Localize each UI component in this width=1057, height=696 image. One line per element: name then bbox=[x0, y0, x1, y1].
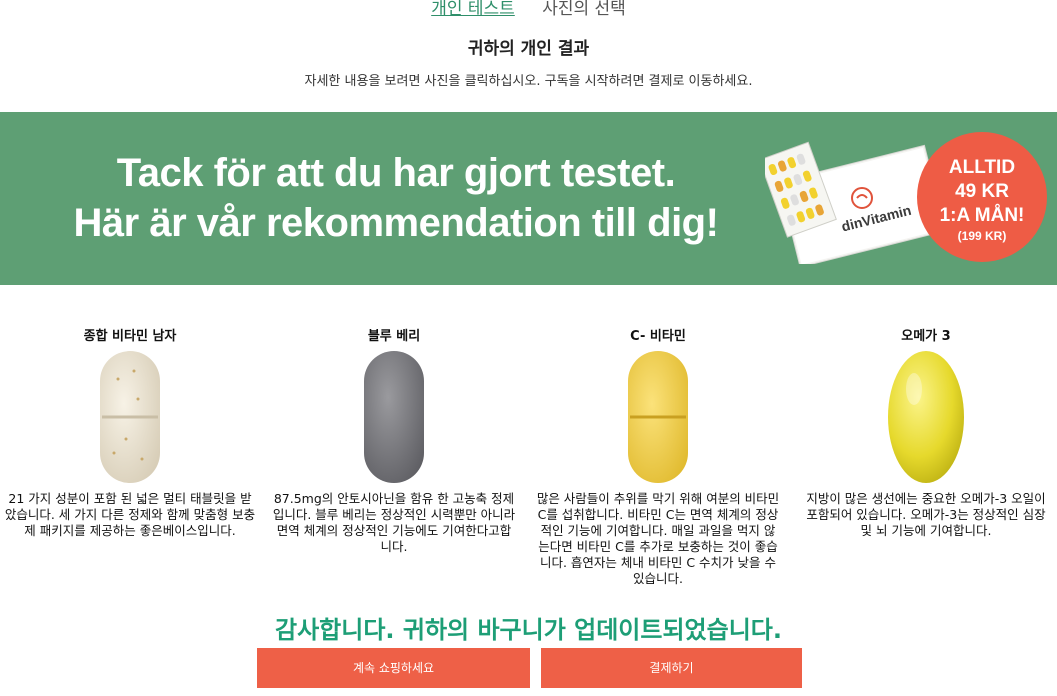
banner-line-1: Tack för att du har gjort testet. bbox=[116, 151, 676, 195]
product-card-vitamin-c[interactable]: C- 비타민 많은 사람들이 추위를 막기 위해 여분의 비타민 C를 섭취합니… bbox=[536, 325, 780, 587]
checkout-button[interactable]: 결제하기 bbox=[541, 648, 802, 688]
promo-banner[interactable]: Tack för att du har gjort testet. Här är… bbox=[0, 112, 1057, 285]
product-name: 블루 베리 bbox=[367, 329, 421, 344]
product-name: 오메가 3 bbox=[901, 329, 951, 344]
multivitamin-tablet-image[interactable] bbox=[98, 349, 162, 485]
breadcrumb-current: 사진의 선택 bbox=[542, 0, 626, 19]
badge-line-1: ALLTID bbox=[948, 157, 1016, 178]
product-description: 많은 사람들이 추위를 막기 위해 여분의 비타민 C를 섭취합니다. 비타민 … bbox=[536, 491, 780, 586]
breadcrumb-personal-test-link[interactable]: 개인 테스트 bbox=[431, 0, 515, 19]
badge-line-4: (199 KR) bbox=[957, 229, 1007, 243]
product-name: 종합 비타민 남자 bbox=[83, 329, 177, 344]
banner-line-2: Här är vår rekommendation till dig! bbox=[73, 201, 719, 245]
omega-3-capsule-image[interactable] bbox=[886, 349, 966, 485]
product-description: 지방이 많은 생선에는 중요한 오메가-3 오일이 포함되어 있습니다. 오메가… bbox=[806, 491, 1046, 538]
basket-updated-message: 감사합니다. 귀하의 바구니가 업데이트되었습니다. bbox=[275, 616, 782, 644]
product-description: 87.5mg의 안토시아닌을 함유 한 고농축 정제입니다. 블루 베리는 정상… bbox=[272, 491, 516, 554]
continue-shopping-button[interactable]: 계속 쇼핑하세요 bbox=[257, 648, 530, 688]
page-title: 귀하의 개인 결과 bbox=[467, 39, 590, 59]
product-name: C- 비타민 bbox=[630, 329, 686, 344]
product-card-blueberry[interactable]: 블루 베리 87.5mg의 안토시아닌을 함유 한 고농축 정제입니다. 블루 … bbox=[272, 325, 516, 555]
blueberry-tablet-image[interactable] bbox=[362, 349, 426, 485]
vitamin-package-image: dinVitamin bbox=[765, 141, 940, 264]
product-card-multivitamin[interactable]: 종합 비타민 남자 21 가지 성분이 포함 된 넓은 멀티 태블릿을 받았습니… bbox=[4, 325, 256, 539]
price-badge: ALLTID 49 KR 1:A MÅN! (199 KR) bbox=[917, 132, 1047, 262]
page-subtitle: 자세한 내용을 보려면 사진을 클릭하십시오. 구독을 시작하려면 결제로 이동… bbox=[304, 74, 753, 89]
product-description: 21 가지 성분이 포함 된 넓은 멀티 태블릿을 받았습니다. 세 가지 다른… bbox=[4, 491, 256, 538]
banner-headline: Tack för att du har gjort testet. Här är… bbox=[36, 148, 756, 248]
badge-line-2: 49 KR bbox=[955, 181, 1009, 202]
breadcrumb: 개인 테스트 사진의 선택 bbox=[0, 0, 1057, 19]
product-card-omega-3[interactable]: 오메가 3 지방이 많은 생선에는 중요한 오메가-3 오일이 포함되어 있습니… bbox=[804, 325, 1048, 539]
badge-line-3: 1:A MÅN! bbox=[939, 205, 1025, 226]
vitamin-c-tablet-image[interactable] bbox=[626, 349, 690, 485]
